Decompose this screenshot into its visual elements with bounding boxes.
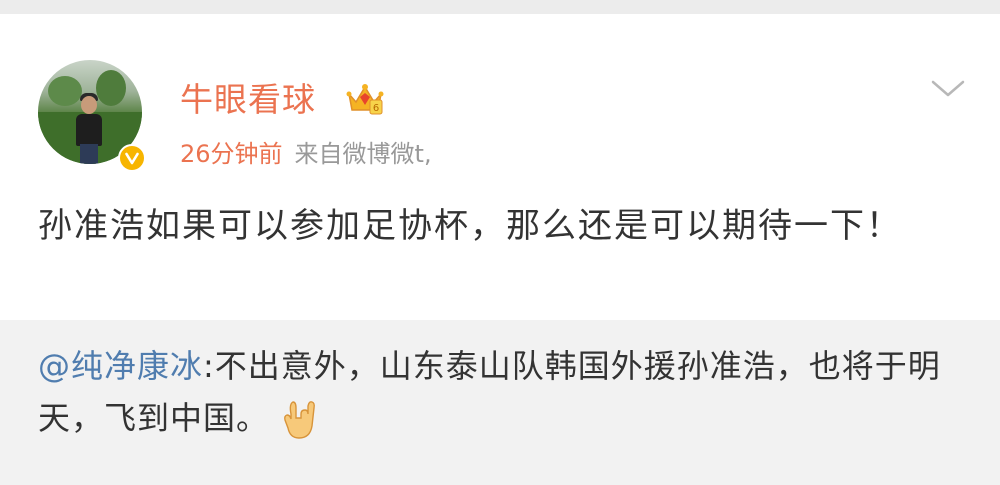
post-content: 孙准浩如果可以参加足协杯，那么还是可以期待一下！: [38, 206, 902, 246]
username[interactable]: 牛眼看球: [180, 80, 316, 120]
rock-hand-emoji-icon: [284, 401, 315, 439]
avatar-tree: [48, 76, 82, 106]
post-time: 26分钟前: [180, 140, 283, 168]
top-strip: [0, 0, 1000, 14]
repost-content: @纯净康冰:不出意外，山东泰山队韩国外援孙准浩，也将于明天，飞到中国。: [38, 340, 968, 444]
chevron-down-icon[interactable]: [930, 78, 966, 100]
avatar-tree: [96, 70, 126, 106]
crown-icon: 6: [346, 84, 384, 115]
avatar-person-body: [76, 114, 102, 146]
post-source: 来自微博微t,: [294, 140, 432, 168]
verified-badge-icon: [118, 144, 146, 172]
repost-mention[interactable]: @纯净康冰: [38, 347, 203, 385]
avatar-person-legs: [80, 144, 98, 164]
post-meta: 26分钟前 来自微博微t,: [180, 138, 432, 170]
avatar-person-head: [81, 96, 97, 114]
post-card[interactable]: 牛眼看球 6 26分钟前 来自微博微t, 孙准浩如果可以参加足协杯，那么还是可以期…: [0, 14, 1000, 320]
svg-text:6: 6: [373, 103, 379, 114]
avatar-container[interactable]: [38, 60, 146, 172]
